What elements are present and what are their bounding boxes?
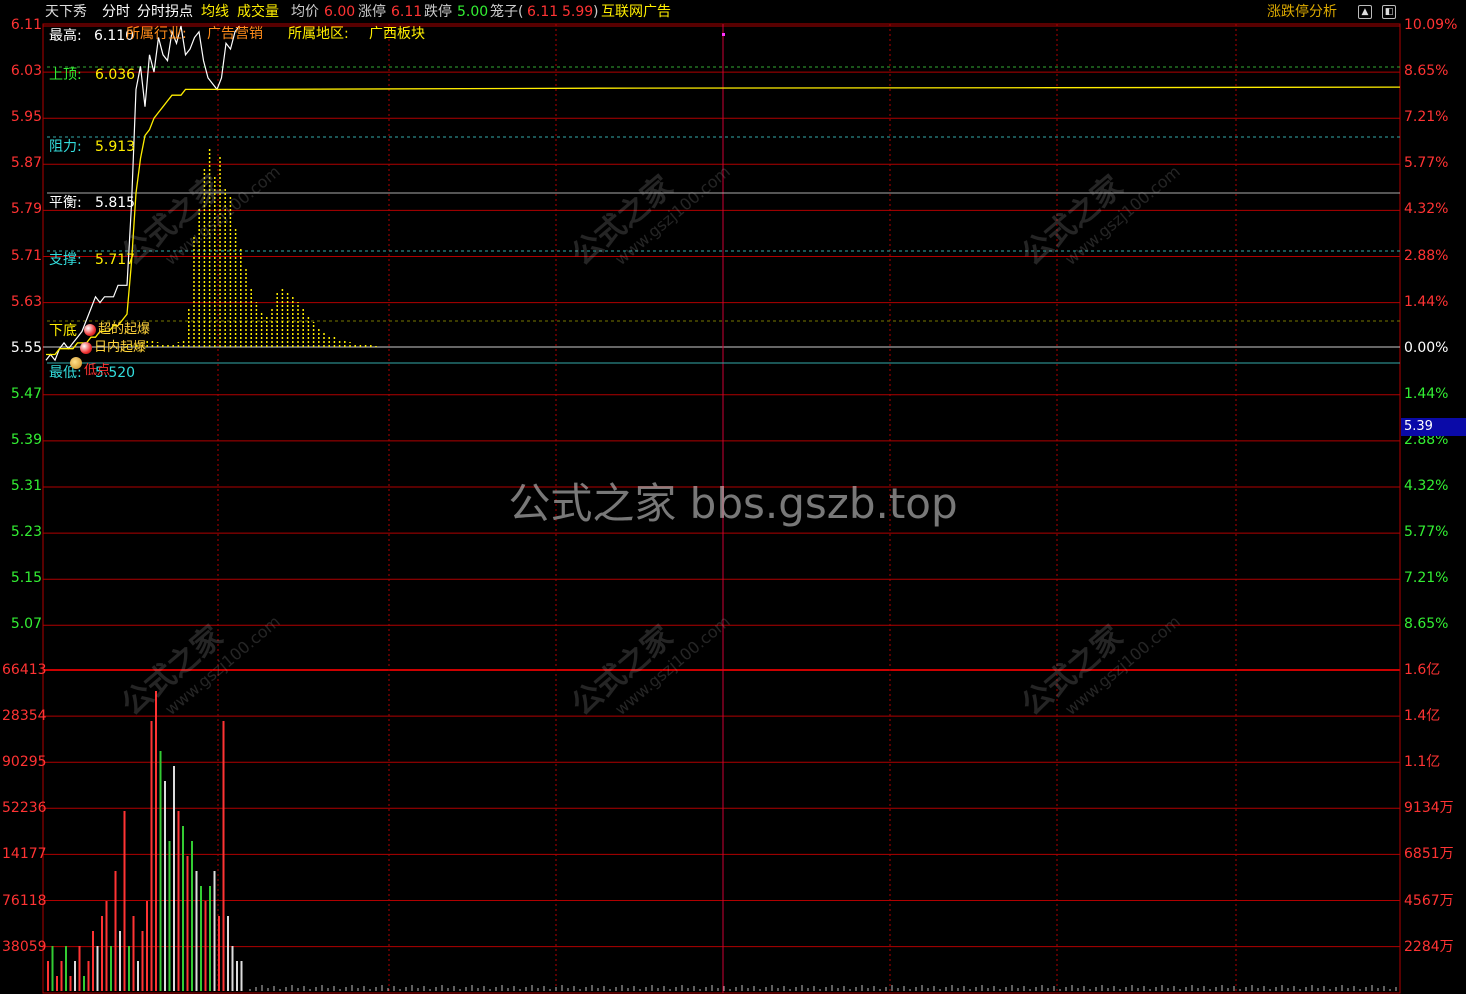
axis-tick-label: 76118 xyxy=(2,892,47,909)
axis-tick-label: 5.79 xyxy=(10,201,42,218)
tab-volume[interactable]: 成交量 xyxy=(237,0,279,24)
axis-tick-label: 5.15 xyxy=(10,570,42,587)
limit-analysis-link[interactable]: 涨跌停分析 xyxy=(1267,0,1337,24)
axis-tick-label: 4.32% xyxy=(1404,478,1449,494)
cage-close: ) xyxy=(593,4,599,20)
up-arrow-icon[interactable]: ▲ xyxy=(1358,5,1372,19)
axis-tick-label: 5.77% xyxy=(1404,524,1449,541)
axis-tick-label: 14177 xyxy=(2,846,47,863)
axis-tick-label: 5.55 xyxy=(10,339,42,356)
upper-top-label: 上顶: xyxy=(49,67,82,83)
axis-tick-label: 7.21% xyxy=(1404,570,1449,587)
axis-tick-label: 66413 xyxy=(2,662,47,678)
axis-tick-label: 8.65% xyxy=(1404,616,1449,633)
axis-tick-label: 5.07 xyxy=(10,616,42,633)
axis-tick-label: 6.03 xyxy=(10,63,42,80)
tab-turning-point[interactable]: 分时拐点 xyxy=(137,0,193,24)
axis-tick-label: 4567万 xyxy=(1404,892,1454,909)
axis-tick-label: 0.00% xyxy=(1404,339,1449,356)
axis-tick-label: 5.63 xyxy=(10,293,42,310)
center-watermark: 公式之家 bbs.gszb.top xyxy=(508,479,958,528)
axis-tick-label: 5.71 xyxy=(10,247,42,264)
cage-value-1: 6.11 xyxy=(527,4,559,20)
limit-down-value: 5.00 xyxy=(457,4,489,20)
axis-tick-label: 1.6亿 xyxy=(1404,662,1441,678)
axis-tick-label: 8.65% xyxy=(1404,63,1449,80)
resistance-label: 阻力: xyxy=(49,139,82,155)
axis-tick-label: 2284万 xyxy=(1404,938,1454,955)
axis-tick-label: 5.31 xyxy=(10,478,42,494)
lower-bottom-label: 下底 xyxy=(49,323,77,339)
region-value[interactable]: 广西板块 xyxy=(369,25,425,43)
marker-dot xyxy=(722,33,725,36)
support-value: 5.717 xyxy=(95,252,136,268)
axis-tick-label: 1.4亿 xyxy=(1404,708,1441,725)
axis-tick-label: 5.47 xyxy=(10,385,42,402)
axis-tick-label: 28354 xyxy=(2,708,47,725)
axis-tick-label: 2.88% xyxy=(1404,247,1449,264)
signal-ball-icon xyxy=(84,323,96,336)
concept-ad[interactable]: 互联网广告 xyxy=(601,0,671,24)
tab-intraday[interactable]: 分时 xyxy=(102,0,130,24)
limit-up-label: 涨停 xyxy=(358,4,386,20)
signal-low-point: 低点 xyxy=(70,351,110,378)
axis-tick-label: 7.21% xyxy=(1404,109,1449,126)
axis-tick-label: 6851万 xyxy=(1404,846,1454,863)
axis-tick-label: 38059 xyxy=(2,938,47,955)
balance-value: 5.815 xyxy=(95,195,136,211)
cage-label: 笼子( xyxy=(490,4,524,20)
balance-label: 平衡: xyxy=(49,195,82,211)
axis-tick-label: 5.77% xyxy=(1404,155,1449,172)
axis-tick-label: 9134万 xyxy=(1404,800,1454,817)
axis-tick-label: 1.44% xyxy=(1404,293,1449,310)
high-label: 最高: xyxy=(49,28,82,44)
upper-top-value: 6.036 xyxy=(95,67,136,83)
signal-super-burst: 超的起爆 xyxy=(84,318,150,337)
axis-tick-label: 5.23 xyxy=(10,524,42,541)
limit-down-label: 跌停 xyxy=(424,4,452,20)
axis-tick-label: 1.44% xyxy=(1404,385,1449,402)
window-icon[interactable]: ◧ xyxy=(1382,5,1396,19)
region-label: 所属地区: xyxy=(288,26,349,42)
axis-tick-label: 5.87 xyxy=(10,155,42,172)
stock-name[interactable]: 天下秀 xyxy=(45,0,87,24)
avg-label: 均价 xyxy=(291,4,319,20)
industry-label: 所属行业: xyxy=(126,26,187,42)
axis-tick-label: 5.39 xyxy=(10,431,42,448)
current-price-tag: 5.39 xyxy=(1401,418,1466,436)
cage-value-2: 5.99 xyxy=(562,4,594,20)
axis-tick-label: 52236 xyxy=(2,800,47,817)
axis-tick-label: 4.32% xyxy=(1404,201,1449,218)
top-bar: 天下秀 分时 分时拐点 均线 成交量 均价 6.00 涨停 6.11 跌停 5.… xyxy=(0,0,1466,24)
axis-tick-label: 90295 xyxy=(2,754,47,771)
axis-tick-label: 6.11 xyxy=(10,17,42,33)
tab-avg-line[interactable]: 均线 xyxy=(201,0,229,24)
support-label: 支撑: xyxy=(49,252,82,268)
money-bag-icon xyxy=(70,356,82,369)
axis-tick-label: 5.95 xyxy=(10,109,42,126)
resistance-value: 5.913 xyxy=(95,139,136,155)
limit-up-value: 6.11 xyxy=(391,4,423,20)
axis-tick-label: 1.1亿 xyxy=(1404,754,1441,771)
industry-value[interactable]: 广告营销 xyxy=(207,25,263,43)
axis-tick-label: 10.09% xyxy=(1404,17,1458,33)
avg-value: 6.00 xyxy=(324,4,356,20)
